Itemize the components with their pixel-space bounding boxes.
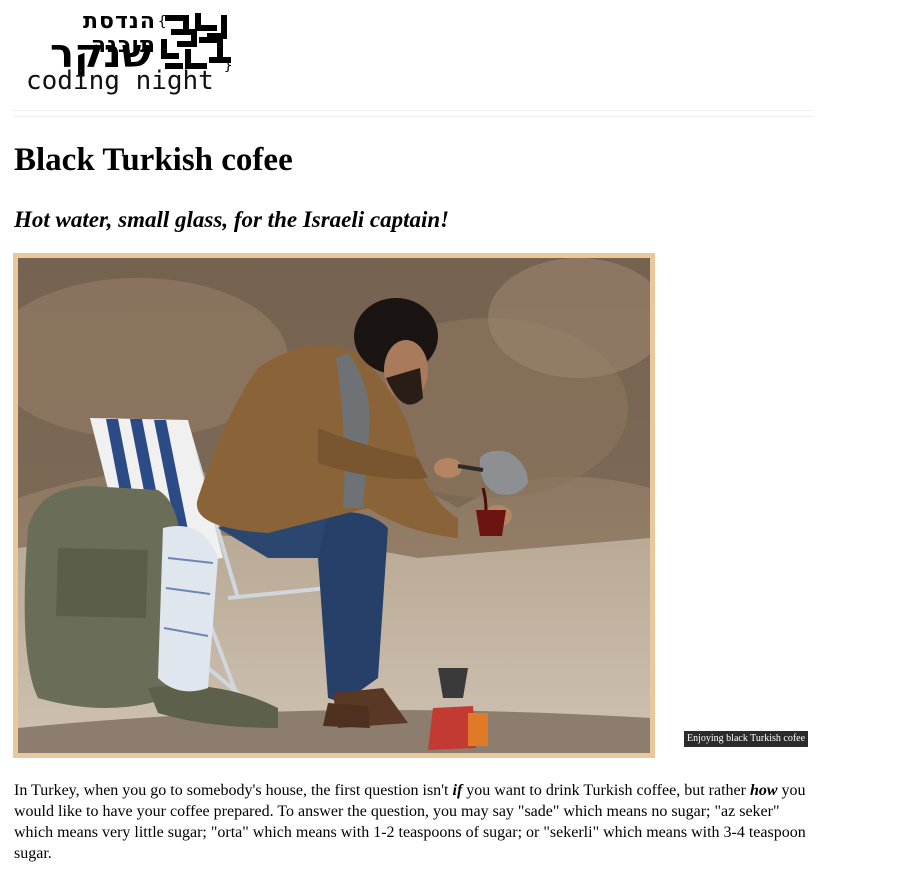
paragraph-text-1: In Turkey, when you go to somebody's hou… xyxy=(14,782,453,799)
article-image xyxy=(13,253,655,758)
article-subtitle: Hot water, small glass, for the Israeli … xyxy=(14,207,450,232)
logo-tagline: coding night xyxy=(26,66,214,96)
emphasis-how: how xyxy=(749,782,778,799)
logo-maze-icon: { } xyxy=(158,13,232,74)
paragraph-text-2: you want to drink Turkish coffee, but ra… xyxy=(462,782,750,799)
site-logo[interactable]: הנדסת תוכנה שנקר { } coding night xyxy=(14,8,236,100)
svg-text:}: } xyxy=(224,58,232,74)
article-paragraph: In Turkey, when you go to somebody's hou… xyxy=(14,780,814,864)
article-title: Black Turkish cofee xyxy=(14,142,293,178)
emphasis-if: if xyxy=(452,782,463,799)
svg-text:{: { xyxy=(158,14,166,30)
header-divider xyxy=(13,110,813,117)
image-caption: Enjoying black Turkish cofee xyxy=(684,731,809,747)
